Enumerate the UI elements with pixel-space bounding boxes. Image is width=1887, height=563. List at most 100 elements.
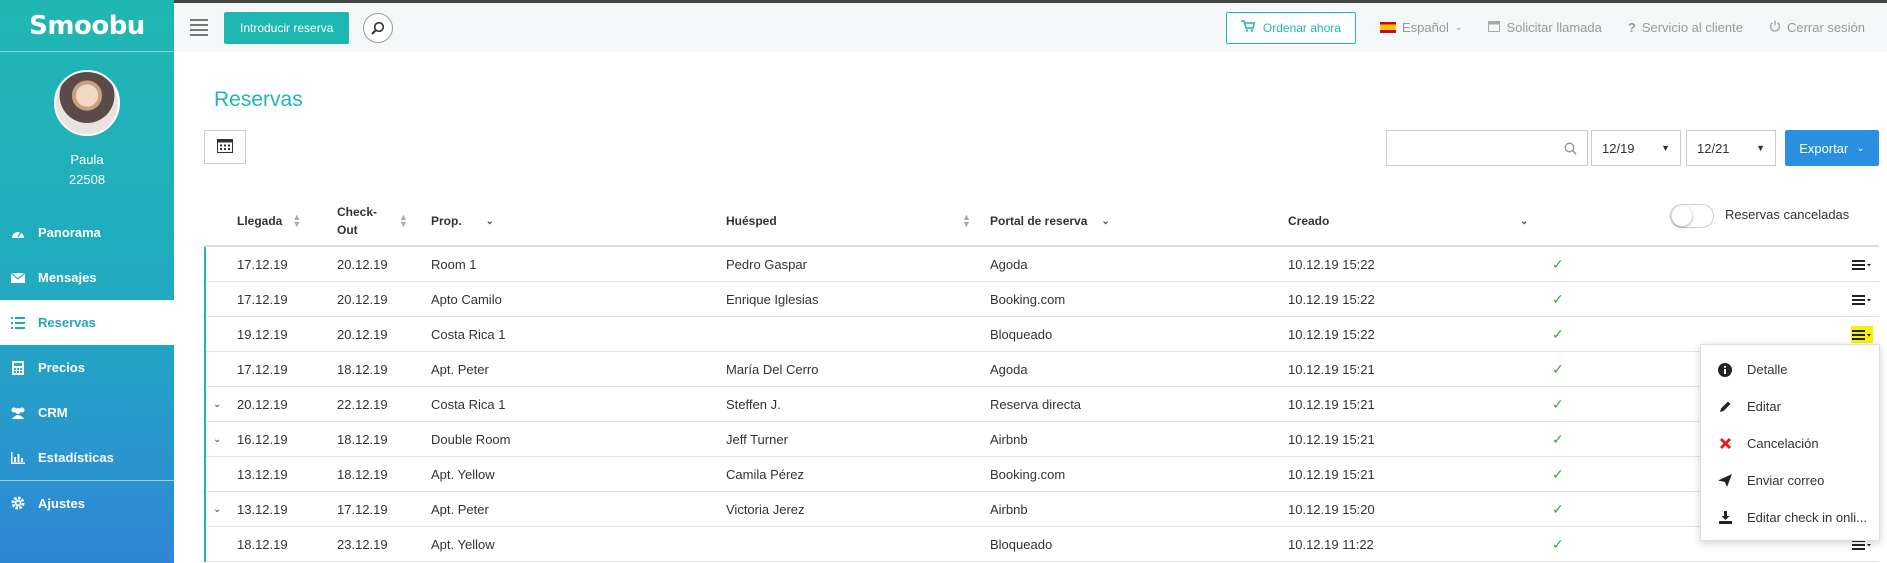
date-from-select[interactable]: 12/19 ▼ (1591, 130, 1681, 166)
menu-item-enviar-correo[interactable]: Enviar correo (1701, 462, 1879, 499)
menu-item-editar[interactable]: Editar (1701, 388, 1879, 425)
expand-row-icon[interactable]: ⌄ (213, 492, 221, 527)
envelope-icon (10, 270, 26, 286)
sidebar-item-precios[interactable]: Precios (0, 345, 174, 390)
cell-guest: Pedro Gaspar (726, 257, 807, 272)
table-row[interactable]: ⌄ 13.12.19 17.12.19 Apt. Peter Victoria … (206, 492, 1879, 527)
new-booking-button[interactable]: Introducir reserva (224, 11, 350, 44)
cell-created: 10.12.19 15:22 (1288, 257, 1375, 272)
sidebar-item-mensajes[interactable]: Mensajes (0, 255, 174, 300)
expand-row-icon[interactable]: ⌄ (213, 387, 221, 422)
sidebar-item-label: Precios (38, 360, 85, 375)
table-row[interactable]: 18.12.19 23.12.19 Apt. Yellow Bloqueado … (206, 527, 1879, 562)
sidebar-item-estadisticas[interactable]: Estadísticas (0, 435, 174, 480)
cell-created: 10.12.19 15:21 (1288, 362, 1375, 377)
order-now-label: Ordenar ahora (1262, 20, 1341, 35)
cell-property: Costa Rica 1 (431, 327, 506, 342)
expand-row-icon[interactable]: ⌄ (213, 422, 221, 457)
sidebar-item-label: Reservas (38, 315, 96, 330)
menu-item-cancelacion[interactable]: Cancelación (1701, 425, 1879, 462)
cell-guest: Steffen J. (726, 397, 781, 412)
cell-property: Apt. Yellow (431, 467, 495, 482)
cell-created: 10.12.19 15:21 (1288, 432, 1375, 447)
cancelled-bookings-label: Reservas canceladas (1725, 207, 1850, 222)
column-property[interactable]: Prop. ⌄ (431, 195, 494, 247)
sidebar-item-label: Ajustes (38, 495, 85, 511)
cancelled-bookings-toggle[interactable] (1670, 204, 1714, 228)
confirmed-check-icon: ✓ (1552, 291, 1564, 307)
chevron-down-icon: ⌄ (485, 215, 495, 227)
logo[interactable]: Smoobu (0, 0, 174, 52)
cell-guest: Victoria Jerez (726, 502, 805, 517)
confirmed-check-icon: ✓ (1552, 536, 1564, 552)
avatar[interactable] (54, 70, 120, 136)
confirmed-check-icon: ✓ (1552, 326, 1564, 342)
confirmed-check-icon: ✓ (1552, 466, 1564, 482)
row-actions-menu-button[interactable] (1851, 256, 1873, 273)
sidebar-item-ajustes[interactable]: Ajustes (0, 480, 174, 525)
cell-checkout: 20.12.19 (337, 292, 388, 307)
logout-label: Cerrar sesión (1786, 20, 1865, 35)
menu-toggle-icon[interactable] (190, 19, 208, 36)
search-input[interactable] (1387, 131, 1557, 165)
order-now-button[interactable]: Ordenar ahora (1225, 11, 1356, 44)
guest-sort[interactable]: ▲ ▼ (952, 195, 971, 247)
sidebar-item-panorama[interactable]: Panorama (0, 210, 174, 255)
top-bar: Introducir reserva Ordenar ahora Español… (174, 0, 1887, 52)
cell-portal: Bloqueado (990, 537, 1053, 552)
table-row[interactable]: 17.12.19 18.12.19 Apt. Peter María Del C… (206, 352, 1879, 387)
column-created[interactable]: Creado (1288, 195, 1329, 247)
language-selector[interactable]: Español ⌄ (1379, 20, 1462, 35)
calendar-view-button[interactable] (204, 130, 246, 164)
column-checkout-label: Check- Out (337, 203, 377, 239)
booking-search-field[interactable] (1386, 130, 1588, 166)
table-row[interactable]: 19.12.19 20.12.19 Costa Rica 1 Bloqueado… (206, 317, 1879, 352)
table-row[interactable]: ⌄ 16.12.19 18.12.19 Double Room Jeff Tur… (206, 422, 1879, 457)
hamburger-caret-icon (1852, 260, 1871, 270)
export-button[interactable]: Exportar ⌄ (1785, 130, 1879, 166)
sidebar-nav: Panorama Mensajes Reservas Precios CRM E… (0, 210, 174, 525)
table-row[interactable]: 17.12.19 20.12.19 Room 1 Pedro Gaspar Ag… (206, 247, 1879, 282)
sidebar-item-reservas[interactable]: Reservas (0, 300, 174, 345)
confirmed-check-icon: ✓ (1552, 501, 1564, 517)
export-label: Exportar (1799, 140, 1849, 156)
table-row[interactable]: 13.12.19 18.12.19 Apt. Yellow Camila Pér… (206, 457, 1879, 492)
cell-guest: Jeff Turner (726, 432, 788, 447)
date-to-select[interactable]: 12/21 ▼ (1686, 130, 1776, 166)
cell-arrival: 13.12.19 (237, 467, 288, 482)
column-guest[interactable]: Huésped (726, 195, 777, 247)
cell-arrival: 13.12.19 (237, 502, 288, 517)
chevron-down-icon: ⌄ (1856, 142, 1865, 154)
menu-item-editar-check-in[interactable]: Editar check in onli... (1701, 499, 1879, 536)
column-arrival-label: Llegada (237, 214, 283, 228)
customer-service-link[interactable]: ? Servicio al cliente (1628, 20, 1743, 35)
hamburger-caret-icon (1852, 295, 1871, 305)
sidebar: Smoobu Paula 22508 Panorama Mensajes Res… (0, 0, 174, 563)
cell-guest: Camila Pérez (726, 467, 805, 482)
request-call-link[interactable]: Solicitar llamada (1488, 20, 1602, 35)
cell-created: 10.12.19 11:22 (1288, 537, 1374, 552)
column-checkout-line1: Check- (337, 205, 378, 219)
user-id: 22508 (68, 172, 106, 187)
logout-link[interactable]: Cerrar sesión (1769, 20, 1865, 35)
table-row[interactable]: ⌄ 20.12.19 22.12.19 Costa Rica 1 Steffen… (206, 387, 1879, 422)
calculator-icon (10, 360, 26, 376)
column-portal[interactable]: Portal de reserva ⌄ (990, 195, 1110, 247)
row-actions-menu-button[interactable] (1851, 291, 1873, 308)
menu-item-label: Editar check in onli... (1747, 510, 1867, 525)
search-icon[interactable] (363, 12, 394, 43)
column-checkout-line2: Out (337, 223, 358, 237)
cell-created: 10.12.19 15:22 (1288, 292, 1375, 307)
search-icon (1564, 142, 1577, 158)
cell-property: Costa Rica 1 (431, 397, 506, 412)
power-icon (1769, 20, 1781, 35)
table-row[interactable]: 17.12.19 20.12.19 Apto Camilo Enrique Ig… (206, 282, 1879, 317)
sidebar-item-crm[interactable]: CRM (0, 390, 174, 435)
row-actions-menu-button[interactable] (1851, 326, 1873, 343)
sort-icon: ▲ ▼ (962, 212, 971, 229)
column-arrival[interactable]: Llegada ▲ ▼ (237, 195, 301, 247)
menu-item-detalle[interactable]: Detalle (1701, 351, 1879, 388)
page-title: Reservas (214, 88, 303, 111)
created-filter[interactable]: ⌄ (1510, 195, 1528, 247)
column-checkout[interactable]: Check- Out ▲ ▼ (337, 195, 408, 247)
